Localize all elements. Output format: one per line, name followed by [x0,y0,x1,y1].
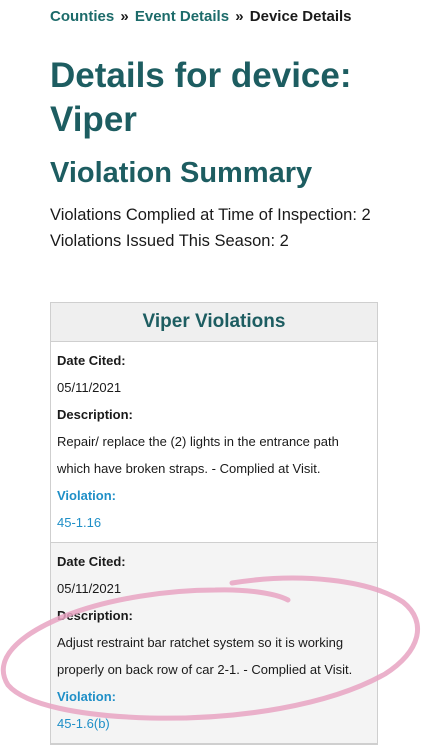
page-title: Details for device: Viper [50,56,352,139]
date-cited-label: Date Cited: [57,554,126,569]
issued-count-text: Violations Issued This Season: 2 [50,232,289,250]
violation-code-link[interactable]: 45-1.16 [57,509,371,536]
table-title: Viper Violations [51,303,377,342]
date-cited-label: Date Cited: [57,353,126,368]
date-cited-value: 05/11/2021 [57,380,122,395]
section-title: Violation Summary [50,157,313,189]
breadcrumb: Counties » Event Details » Device Detail… [50,8,352,25]
description-label: Description: [57,608,133,623]
complied-count-text: Violations Complied at Time of Inspectio… [50,206,371,224]
violation-code-link[interactable]: 45-1.6(b) [57,710,371,737]
breadcrumb-separator-icon: » [235,8,244,25]
violation-summary: Violations Complied at Time of Inspectio… [50,202,380,254]
violation-card: Date Cited: 05/11/2021 Description: Repa… [51,342,377,543]
date-cited-value: 05/11/2021 [57,581,122,596]
breadcrumb-current: Device Details [249,8,352,25]
breadcrumb-event-details-link[interactable]: Event Details [135,8,229,25]
description-value: Repair/ replace the (2) lights in the en… [57,434,339,476]
breadcrumb-separator-icon: » [120,8,129,25]
description-label: Description: [57,407,133,422]
violation-label: Violation: [57,689,116,704]
violation-label: Violation: [57,488,116,503]
breadcrumb-counties-link[interactable]: Counties [50,8,114,25]
description-value: Adjust restraint bar ratchet system so i… [57,635,353,677]
violation-card: Date Cited: 05/11/2021 Description: Adju… [51,543,377,744]
violations-table: Viper Violations Date Cited: 05/11/2021 … [50,302,378,745]
